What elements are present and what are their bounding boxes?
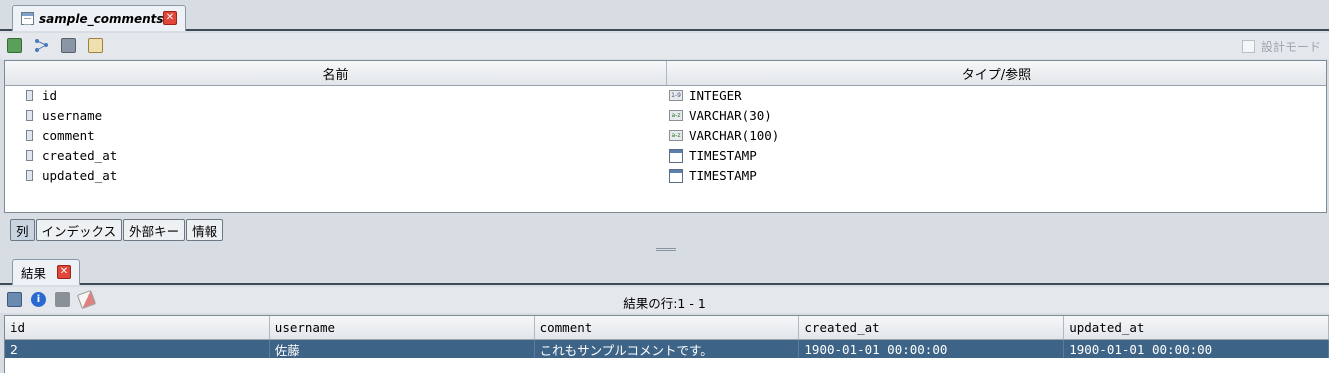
result-header-updated-at[interactable]: updated_at xyxy=(1064,316,1329,339)
table-icon xyxy=(21,12,34,25)
result-toolbar: i 結果の行:1 - 1 xyxy=(0,287,1329,313)
column-name: username xyxy=(42,108,103,123)
editor-tab-bar: sample_comments ✕ xyxy=(0,0,1329,31)
column-name-cell[interactable]: created_at xyxy=(25,148,117,163)
integer-icon: 1-9 xyxy=(669,90,683,101)
sub-tab-bar: 列 インデックス 外部キー 情報 xyxy=(10,219,224,241)
column-type: TIMESTAMP xyxy=(689,148,757,163)
calendar-icon xyxy=(669,168,683,183)
column-type: VARCHAR(100) xyxy=(689,128,780,143)
result-cell[interactable]: 1900-01-01 00:00:00 xyxy=(799,340,1065,358)
result-cell[interactable]: 佐藤 xyxy=(270,340,535,358)
result-cell[interactable]: 2 xyxy=(5,340,270,358)
column-type-cell[interactable]: TIMESTAMP xyxy=(669,148,757,163)
tab-indexes[interactable]: インデックス xyxy=(35,219,123,241)
results-table-body: 2 佐藤 これもサンプルコメントです。 1900-01-01 00:00:00 1900… xyxy=(5,340,1329,358)
design-mode-checkbox[interactable] xyxy=(1241,40,1255,53)
varchar-icon: a-z xyxy=(669,130,683,141)
column-icon xyxy=(26,110,33,121)
columns-table-body: id 1-9 INTEGER username a-z VARCHAR(30) commen… xyxy=(5,86,1326,186)
design-mode-label: 設計モード xyxy=(1260,40,1321,54)
result-tab-bar: 結果 ✕ xyxy=(0,255,1329,285)
columns-table-header: 名前 タイプ/参照 xyxy=(5,61,1326,86)
table-row[interactable]: comment a-z VARCHAR(100) xyxy=(5,126,1326,146)
column-icon xyxy=(26,130,33,141)
panel-splitter[interactable] xyxy=(0,244,1329,254)
column-icon xyxy=(26,150,33,161)
column-type: VARCHAR(30) xyxy=(689,108,772,123)
diagram-icon[interactable] xyxy=(34,38,49,53)
column-name: created_at xyxy=(42,148,118,163)
calendar-icon xyxy=(669,148,683,163)
columns-table: 名前 タイプ/参照 id 1-9 INTEGER username a-z VARCHAR… xyxy=(4,60,1327,213)
column-type-cell[interactable]: TIMESTAMP xyxy=(669,168,757,183)
splitter-grip-icon[interactable] xyxy=(656,248,676,251)
column-icon xyxy=(26,90,33,101)
result-cell[interactable]: 1900-01-01 00:00:00 xyxy=(1064,340,1329,358)
tab-columns[interactable]: 列 xyxy=(10,219,35,241)
result-header-created-at[interactable]: created_at xyxy=(799,316,1065,339)
column-name: comment xyxy=(42,128,95,143)
column-icon xyxy=(26,170,33,181)
close-tab-icon[interactable]: ✕ xyxy=(163,11,177,25)
tab-foreign-keys[interactable]: 外部キー xyxy=(123,219,186,241)
design-mode-toggle[interactable]: 設計モード xyxy=(1241,38,1321,55)
table-row[interactable]: created_at TIMESTAMP xyxy=(5,146,1326,166)
properties-icon[interactable] xyxy=(88,38,103,53)
result-tab-label: 結果 xyxy=(21,266,47,281)
column-name: updated_at xyxy=(42,168,118,183)
table-row[interactable]: updated_at TIMESTAMP xyxy=(5,166,1326,186)
result-tab[interactable]: 結果 ✕ xyxy=(12,259,80,285)
close-result-tab-icon[interactable]: ✕ xyxy=(57,265,71,279)
column-type-cell[interactable]: a-z VARCHAR(100) xyxy=(669,128,779,143)
column-type-cell[interactable]: 1-9 INTEGER xyxy=(669,88,742,103)
row-count-label: 結果の行:1 - 1 xyxy=(623,296,706,311)
result-header-comment[interactable]: comment xyxy=(535,316,800,339)
column-name-cell[interactable]: comment xyxy=(25,128,95,143)
table-row[interactable]: 2 佐藤 これもサンプルコメントです。 1900-01-01 00:00:00 1900… xyxy=(5,340,1329,358)
result-cell[interactable]: これもサンプルコメントです。 xyxy=(535,340,800,358)
column-name: id xyxy=(42,88,58,103)
tab-info[interactable]: 情報 xyxy=(186,219,224,241)
column-name-cell[interactable]: id xyxy=(25,88,57,103)
table-row[interactable]: username a-z VARCHAR(30) xyxy=(5,106,1326,126)
result-header-id[interactable]: id xyxy=(5,316,270,339)
column-name-cell[interactable]: updated_at xyxy=(25,168,117,183)
editor-tab-label: sample_comments xyxy=(39,11,164,26)
column-type: INTEGER xyxy=(689,88,742,103)
print-icon[interactable] xyxy=(61,38,76,53)
editor-tab-sample-comments[interactable]: sample_comments ✕ xyxy=(12,5,186,31)
column-header-type[interactable]: タイプ/参照 xyxy=(667,61,1326,85)
result-header-username[interactable]: username xyxy=(270,316,535,339)
column-name-cell[interactable]: username xyxy=(25,108,102,123)
table-toolbar: 設計モード xyxy=(0,33,1329,59)
column-type: TIMESTAMP xyxy=(689,168,757,183)
results-table-header: id username comment created_at updated_at xyxy=(5,316,1329,340)
column-header-name[interactable]: 名前 xyxy=(5,61,667,85)
column-type-cell[interactable]: a-z VARCHAR(30) xyxy=(669,108,772,123)
results-table: id username comment created_at updated_at 2佐… xyxy=(4,315,1329,373)
table-row[interactable]: id 1-9 INTEGER xyxy=(5,86,1326,106)
export-icon[interactable] xyxy=(7,38,22,53)
varchar-icon: a-z xyxy=(669,110,683,121)
